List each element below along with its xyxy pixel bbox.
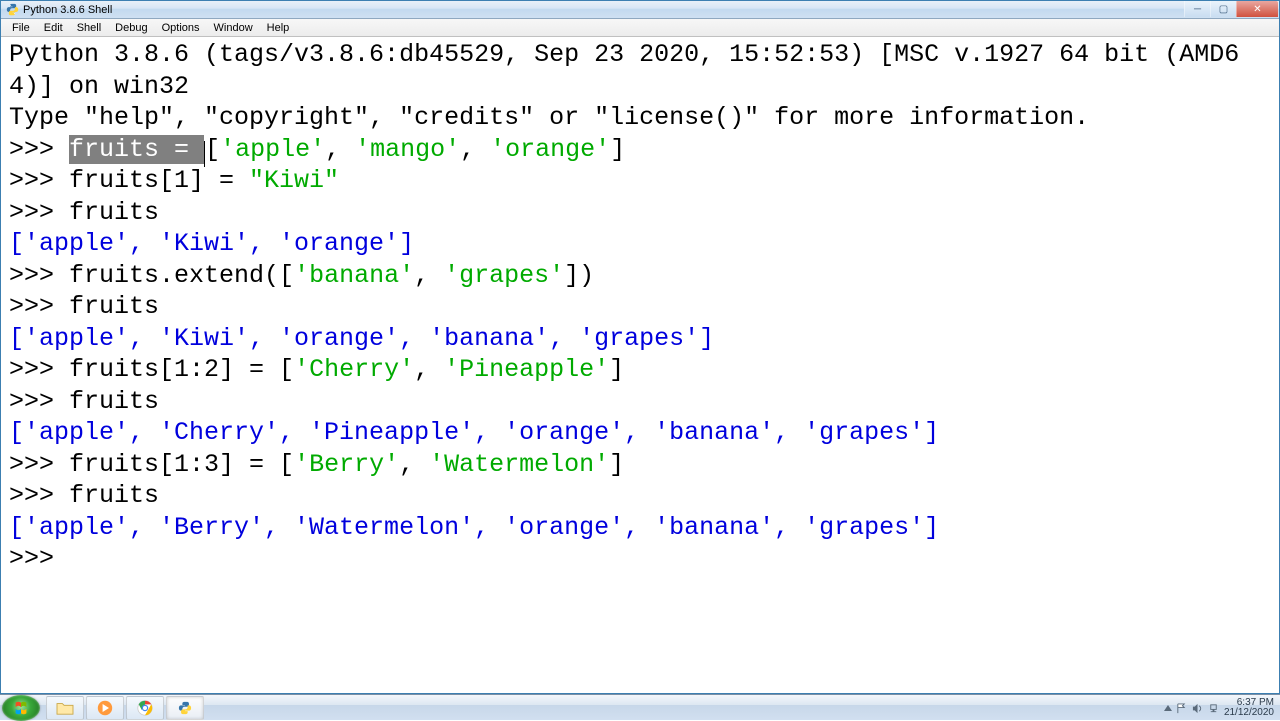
prompt: >>> <box>9 135 69 164</box>
menu-shell[interactable]: Shell <box>70 21 108 35</box>
code-segment: , <box>460 135 490 164</box>
menu-window[interactable]: Window <box>207 21 260 35</box>
menu-edit[interactable]: Edit <box>37 21 70 35</box>
python-icon <box>178 701 192 715</box>
prompt: >>> <box>9 261 69 290</box>
code-segment: "Kiwi" <box>249 166 339 195</box>
code-segment: fruits <box>69 387 159 416</box>
menu-file[interactable]: File <box>5 21 37 35</box>
start-button[interactable] <box>2 695 40 721</box>
prompt: >>> <box>9 166 69 195</box>
prompt: >>> <box>9 355 69 384</box>
code-segment: fruits[1] = <box>69 166 249 195</box>
code-segment: , <box>399 450 429 479</box>
python-icon <box>5 3 19 17</box>
menu-help[interactable]: Help <box>260 21 297 35</box>
titlebar[interactable]: Python 3.8.6 Shell ─ ▢ ✕ <box>1 1 1279 19</box>
code-segment: 'banana' <box>294 261 414 290</box>
window-controls: ─ ▢ ✕ <box>1184 1 1278 18</box>
close-button[interactable]: ✕ <box>1236 1 1278 17</box>
flag-icon[interactable] <box>1176 702 1188 714</box>
menu-debug[interactable]: Debug <box>108 21 154 35</box>
menu-options[interactable]: Options <box>155 21 207 35</box>
taskbar-item-chrome[interactable] <box>126 696 164 720</box>
taskbar-item-idle[interactable] <box>166 696 204 720</box>
code-segment: fruits = <box>69 135 204 164</box>
volume-icon[interactable] <box>1192 702 1204 714</box>
code-segment: 'grapes' <box>444 261 564 290</box>
console-output: ['apple', 'Berry', 'Watermelon', 'orange… <box>9 513 939 542</box>
prompt: >>> <box>9 544 69 573</box>
code-segment: 'mango' <box>355 135 460 164</box>
code-segment: fruits[1:3] = [ <box>69 450 294 479</box>
prompt: >>> <box>9 481 69 510</box>
code-segment: , <box>414 355 444 384</box>
code-segment: 'Pineapple' <box>444 355 609 384</box>
code-segment: fruits <box>69 198 159 227</box>
prompt: >>> <box>9 198 69 227</box>
app-window: Python 3.8.6 Shell ─ ▢ ✕ File Edit Shell… <box>0 0 1280 694</box>
code-segment: ]) <box>564 261 594 290</box>
code-segment: 'orange' <box>490 135 610 164</box>
menubar: File Edit Shell Debug Options Window Hel… <box>1 19 1279 37</box>
banner-line: Python 3.8.6 (tags/v3.8.6:db45529, Sep 2… <box>9 40 1239 101</box>
prompt: >>> <box>9 450 69 479</box>
code-segment: fruits <box>69 481 159 510</box>
prompt: >>> <box>9 387 69 416</box>
code-segment: ] <box>610 135 625 164</box>
code-segment: fruits[1:2] = [ <box>69 355 294 384</box>
taskbar-item-media[interactable] <box>86 696 124 720</box>
code-segment: 'Watermelon' <box>429 450 609 479</box>
text-cursor <box>204 141 205 167</box>
code-segment: 'Berry' <box>294 450 399 479</box>
clock[interactable]: 6:37 PM 21/12/2020 <box>1224 698 1274 719</box>
tray-overflow-icon[interactable] <box>1164 705 1172 711</box>
minimize-button[interactable]: ─ <box>1184 1 1210 17</box>
code-segment: , <box>325 135 355 164</box>
network-icon[interactable] <box>1208 702 1220 714</box>
code-segment: ] <box>609 450 624 479</box>
clock-date: 21/12/2020 <box>1224 708 1274 719</box>
folder-icon <box>56 700 74 716</box>
console-area[interactable]: Python 3.8.6 (tags/v3.8.6:db45529, Sep 2… <box>1 37 1279 693</box>
console-output: ['apple', 'Kiwi', 'orange', 'banana', 'g… <box>9 324 714 353</box>
code-segment: [ <box>205 135 220 164</box>
console-output: ['apple', 'Cherry', 'Pineapple', 'orange… <box>9 418 939 447</box>
window-title: Python 3.8.6 Shell <box>23 4 1184 16</box>
taskbar-item-explorer[interactable] <box>46 696 84 720</box>
code-segment: fruits.extend([ <box>69 261 294 290</box>
code-segment: 'Cherry' <box>294 355 414 384</box>
play-icon <box>97 700 113 716</box>
maximize-button[interactable]: ▢ <box>1210 1 1236 17</box>
code-segment: fruits <box>69 292 159 321</box>
code-segment: ] <box>609 355 624 384</box>
taskbar[interactable]: 6:37 PM 21/12/2020 <box>0 694 1280 720</box>
system-tray[interactable]: 6:37 PM 21/12/2020 <box>1160 695 1278 721</box>
code-segment: 'apple' <box>220 135 325 164</box>
console-output: ['apple', 'Kiwi', 'orange'] <box>9 229 414 258</box>
banner-line: Type "help", "copyright", "credits" or "… <box>9 103 1089 132</box>
prompt: >>> <box>9 292 69 321</box>
chrome-icon <box>137 700 153 716</box>
code-segment: , <box>414 261 444 290</box>
